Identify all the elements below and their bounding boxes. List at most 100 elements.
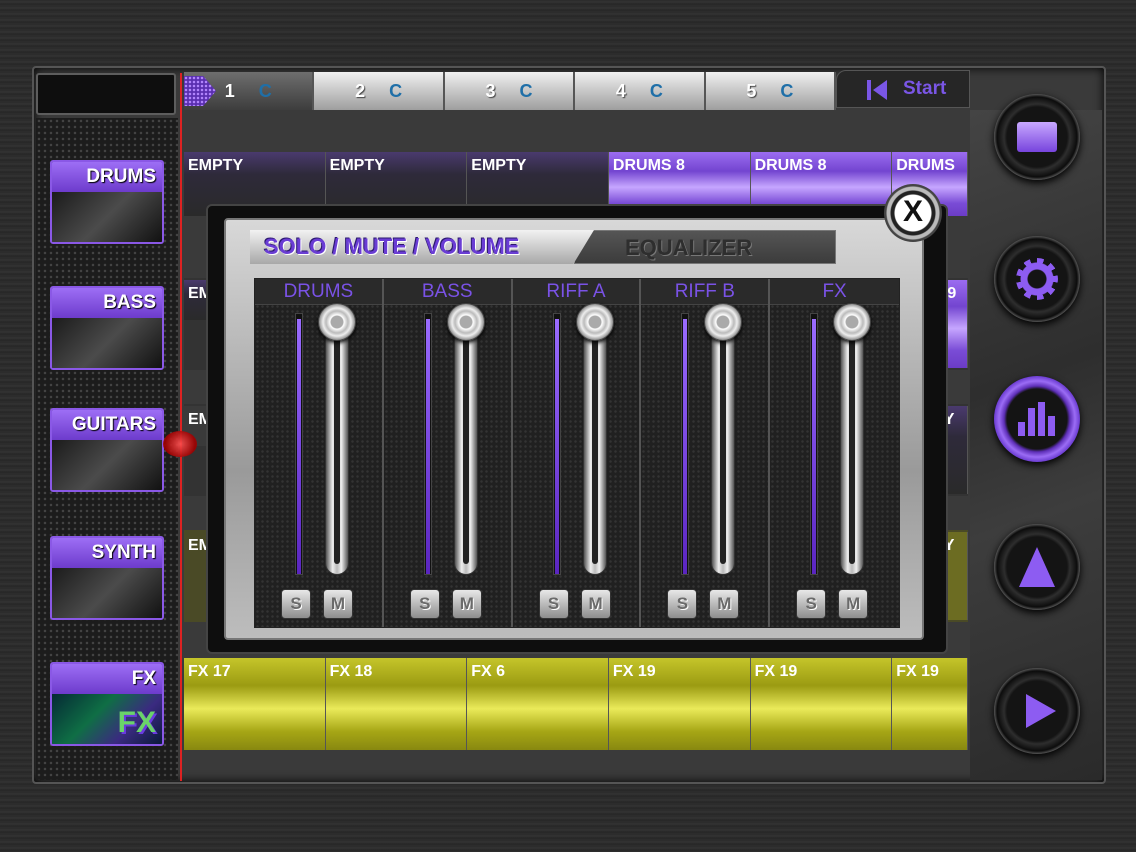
level-meter-fill — [425, 319, 430, 574]
mixer-channel: BASS S M — [383, 279, 513, 627]
fx-lane: FX 17 FX 18 FX 6 FX 19 FX 19 FX 19 — [184, 658, 969, 750]
guitar-image — [52, 440, 162, 490]
volume-fader-track[interactable] — [711, 313, 736, 575]
clip[interactable]: FX 6 — [467, 658, 609, 750]
dialog-tabs: SOLO / MUTE / VOLUME EQUALIZER — [250, 230, 836, 264]
cell-number: 1 — [224, 80, 235, 101]
open-folder-button[interactable] — [994, 94, 1080, 180]
mixer-button[interactable] — [994, 376, 1080, 462]
level-meter-fill — [297, 319, 301, 574]
cell-number: 3 — [485, 80, 496, 101]
solo-button[interactable]: S — [667, 589, 698, 619]
solo-button[interactable]: S — [409, 589, 440, 619]
instrument-label: DRUMS — [52, 162, 162, 192]
clip[interactable]: FX 19 — [892, 658, 969, 750]
cell-key: C — [389, 80, 403, 101]
level-meter — [423, 313, 432, 575]
metronome-button[interactable] — [994, 524, 1080, 610]
volume-fader-knob[interactable] — [833, 303, 872, 342]
playhead-line — [180, 73, 182, 781]
timeline-cell-5[interactable]: 5C — [705, 72, 837, 110]
mute-button[interactable]: M — [323, 589, 353, 619]
cell-key: C — [258, 80, 272, 101]
cell-key: C — [649, 80, 663, 101]
channel-name: RIFF B — [641, 279, 769, 305]
mixer-channel: RIFF A SM — [512, 279, 642, 627]
instrument-label: FX — [52, 664, 162, 694]
solo-button[interactable]: S — [538, 589, 569, 619]
level-meter-fill — [554, 319, 559, 574]
level-meter-fill — [683, 319, 688, 574]
mute-button[interactable]: M — [838, 589, 869, 619]
playhead-handle[interactable] — [163, 431, 197, 457]
instrument-synth-button[interactable]: SYNTH — [50, 536, 164, 620]
metronome-icon — [1019, 547, 1055, 587]
instrument-guitars-button[interactable]: GUITARS — [50, 408, 164, 492]
cell-number: 2 — [355, 80, 366, 101]
folder-icon — [1017, 122, 1057, 152]
volume-fader-track[interactable] — [453, 313, 478, 575]
channel-name: FX — [770, 279, 899, 305]
clip[interactable]: FX 19 — [750, 658, 893, 750]
mixer-dialog: SOLO / MUTE / VOLUME EQUALIZER DRUMS S M BA… — [224, 218, 924, 640]
level-meter — [681, 313, 690, 575]
volume-fader-track[interactable] — [840, 313, 865, 575]
clip[interactable]: FX 17 — [184, 658, 326, 750]
cell-key: C — [780, 80, 794, 101]
volume-fader-knob[interactable] — [446, 303, 485, 342]
fx-waveform-image: FX — [52, 694, 162, 744]
instrument-drums-button[interactable]: DRUMS — [50, 160, 164, 244]
song-display — [36, 73, 176, 115]
channel-name: RIFF A — [512, 279, 640, 305]
level-meter — [295, 313, 303, 575]
mixer-channel: FX S M — [770, 279, 899, 627]
volume-fader-knob[interactable] — [575, 303, 614, 342]
channel-name: BASS — [383, 279, 511, 305]
clip[interactable]: FX 19 — [608, 658, 751, 750]
settings-button[interactable] — [994, 236, 1080, 322]
mute-button[interactable]: M — [580, 589, 611, 619]
synth-keyboard-image — [52, 568, 162, 618]
cell-key: C — [519, 80, 533, 101]
bass-guitar-image — [52, 318, 162, 368]
level-meter — [810, 313, 819, 575]
mixer-channel: DRUMS S M — [255, 279, 384, 627]
clip[interactable]: FX 18 — [325, 658, 468, 750]
volume-fader-track[interactable] — [325, 313, 349, 575]
channel-name: DRUMS — [255, 279, 382, 305]
instrument-label: SYNTH — [52, 538, 162, 568]
start-button[interactable]: Start — [836, 70, 970, 108]
mixer-channel: RIFF B SM — [641, 279, 771, 627]
play-icon — [1026, 694, 1056, 728]
tab-solo-mute-volume[interactable]: SOLO / MUTE / VOLUME — [250, 230, 594, 264]
gear-icon — [1016, 258, 1058, 300]
timeline-bar: 1C 2C 3C 4C 5C — [184, 72, 837, 110]
fx-art-text: FX — [117, 706, 156, 739]
skip-to-start-icon — [867, 80, 889, 100]
instrument-label: BASS — [52, 288, 162, 318]
mute-button[interactable]: M — [709, 589, 740, 619]
volume-fader-track[interactable] — [582, 313, 607, 575]
play-button[interactable] — [994, 668, 1080, 754]
solo-button[interactable]: S — [796, 589, 827, 619]
tab-equalizer[interactable]: EQUALIZER — [574, 230, 836, 264]
instrument-bass-button[interactable]: BASS — [50, 286, 164, 370]
timeline-cell-3[interactable]: 3C — [444, 72, 576, 110]
instrument-label: GUITARS — [52, 410, 162, 440]
level-meter-fill — [812, 319, 817, 574]
instrument-fx-button[interactable]: FX FX — [50, 662, 164, 746]
level-meter — [552, 313, 561, 575]
volume-fader-knob[interactable] — [704, 303, 743, 342]
mute-button[interactable]: M — [451, 589, 482, 619]
volume-fader-knob[interactable] — [318, 303, 356, 342]
mixer-icon — [1018, 402, 1056, 436]
close-button[interactable]: X — [884, 184, 942, 242]
solo-button[interactable]: S — [281, 589, 311, 619]
mixer-channels: DRUMS S M BASS S M RIFF A S M RIFF B S M FX S M — [254, 278, 900, 628]
cell-number: 4 — [615, 80, 626, 101]
drum-kit-image — [52, 192, 162, 242]
start-label: Start — [903, 78, 947, 99]
timeline-cell-4[interactable]: 4C — [575, 72, 706, 110]
timeline-cell-2[interactable]: 2C — [314, 72, 445, 110]
cell-number: 5 — [746, 80, 757, 101]
